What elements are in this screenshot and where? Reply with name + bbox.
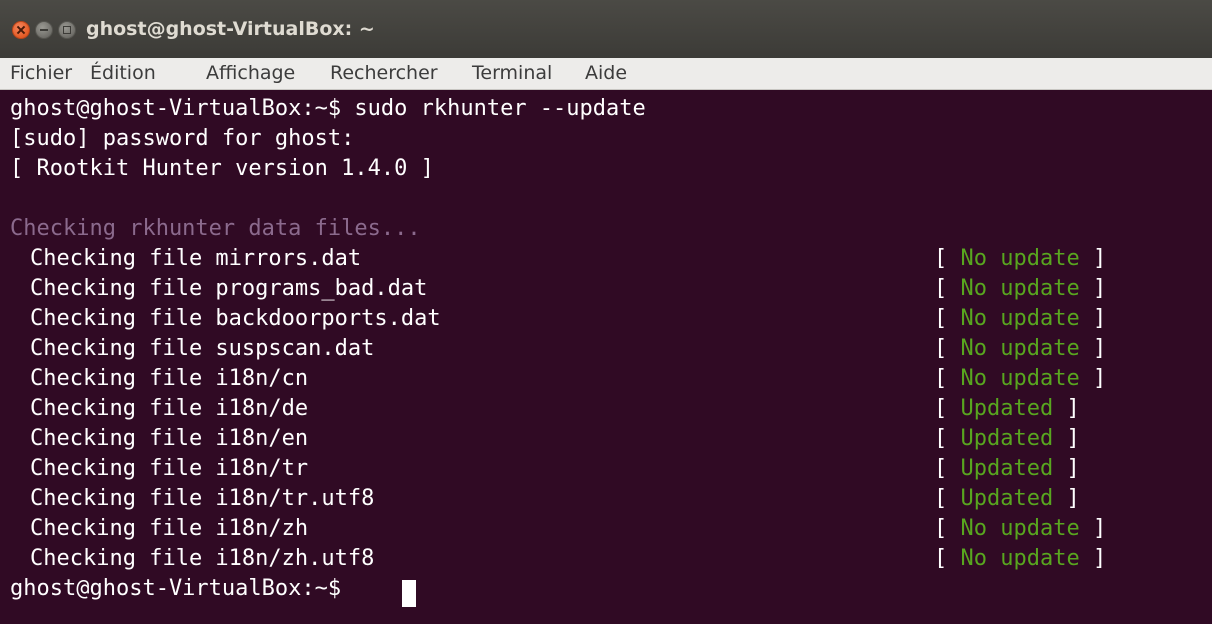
- file-check-label: Checking file i18n/de: [30, 396, 309, 421]
- status-bracket-close: ]: [1053, 486, 1080, 511]
- status-bracket-open: [: [934, 486, 961, 511]
- file-status: [ No update ]: [934, 364, 1106, 394]
- status-value: No update: [960, 546, 1080, 571]
- terminal-output[interactable]: ghost@ghost-VirtualBox:~$ sudo rkhunter …: [0, 90, 1212, 624]
- status-bracket-close: ]: [1053, 456, 1080, 481]
- status-bracket-open: [: [934, 456, 961, 481]
- file-status: [ Updated ]: [934, 394, 1080, 424]
- menu-fichier[interactable]: Fichier: [10, 58, 72, 88]
- status-value: No update: [960, 366, 1080, 391]
- status-value: No update: [960, 276, 1080, 301]
- status-bracket-close: ]: [1079, 516, 1107, 541]
- file-status: [ Updated ]: [934, 484, 1080, 514]
- status-bracket-close: ]: [1079, 546, 1107, 571]
- sudo-prompt-line: [sudo] password for ghost:: [10, 126, 355, 151]
- file-check-label: Checking file i18n/tr.utf8: [30, 486, 375, 511]
- file-check-label: Checking file i18n/cn: [30, 366, 309, 391]
- title-bar[interactable]: ghost@ghost-VirtualBox: ~: [0, 0, 1212, 58]
- status-value: Updated: [960, 426, 1054, 451]
- status-bracket-close: ]: [1079, 306, 1107, 331]
- file-check-label: Checking file i18n/en: [30, 426, 309, 451]
- status-bracket-open: [: [934, 246, 961, 271]
- file-status: [ No update ]: [934, 304, 1106, 334]
- status-bracket-close: ]: [1079, 366, 1107, 391]
- menu-edition[interactable]: Édition: [90, 58, 156, 88]
- status-value: No update: [960, 246, 1080, 271]
- command-line: ghost@ghost-VirtualBox:~$ sudo rkhunter …: [10, 96, 646, 121]
- file-check-label: Checking file mirrors.dat: [30, 246, 362, 271]
- status-bracket-close: ]: [1079, 276, 1107, 301]
- status-bracket-open: [: [934, 396, 961, 421]
- status-value: No update: [960, 516, 1080, 541]
- file-status: [ No update ]: [934, 274, 1106, 304]
- status-bracket-open: [: [934, 516, 961, 541]
- file-status: [ Updated ]: [934, 454, 1080, 484]
- menu-affichage[interactable]: Affichage: [206, 58, 295, 88]
- status-bracket-open: [: [934, 276, 961, 301]
- status-value: No update: [960, 306, 1080, 331]
- menu-bar: Fichier Édition Affichage Rechercher Ter…: [0, 58, 1212, 90]
- file-status: [ No update ]: [934, 334, 1106, 364]
- file-status: [ No update ]: [934, 244, 1106, 274]
- file-check-label: Checking file i18n/tr: [30, 456, 309, 481]
- window-title: ghost@ghost-VirtualBox: ~: [86, 18, 375, 40]
- final-prompt: ghost@ghost-VirtualBox:~$: [10, 576, 342, 601]
- minimize-icon[interactable]: [35, 21, 53, 39]
- maximize-icon[interactable]: [58, 21, 76, 39]
- status-value: No update: [960, 336, 1080, 361]
- status-value: Updated: [960, 486, 1054, 511]
- menu-rechercher[interactable]: Rechercher: [330, 58, 438, 88]
- close-icon[interactable]: [12, 21, 30, 39]
- text-cursor: [402, 580, 416, 607]
- menu-aide[interactable]: Aide: [585, 58, 627, 88]
- file-check-label: Checking file i18n/zh.utf8: [30, 546, 375, 571]
- status-bracket-open: [: [934, 546, 961, 571]
- terminal-window: ghost@ghost-VirtualBox: ~ Fichier Éditio…: [0, 0, 1212, 624]
- file-status: [ No update ]: [934, 544, 1106, 574]
- file-check-label: Checking file programs_bad.dat: [30, 276, 428, 301]
- status-bracket-open: [: [934, 426, 961, 451]
- file-status: [ Updated ]: [934, 424, 1080, 454]
- status-value: Updated: [960, 456, 1054, 481]
- checking-header-line: Checking rkhunter data files...: [10, 216, 421, 241]
- status-value: Updated: [960, 396, 1054, 421]
- status-bracket-close: ]: [1053, 396, 1080, 421]
- menu-terminal[interactable]: Terminal: [472, 58, 552, 88]
- file-check-label: Checking file i18n/zh: [30, 516, 309, 541]
- status-bracket-close: ]: [1053, 426, 1080, 451]
- version-line: [ Rootkit Hunter version 1.4.0 ]: [10, 156, 434, 181]
- status-bracket-open: [: [934, 336, 961, 361]
- file-check-label: Checking file suspscan.dat: [30, 336, 375, 361]
- status-bracket-open: [: [934, 306, 961, 331]
- status-bracket-open: [: [934, 366, 961, 391]
- file-check-label: Checking file backdoorports.dat: [30, 306, 441, 331]
- status-bracket-close: ]: [1079, 336, 1107, 361]
- file-status: [ No update ]: [934, 514, 1106, 544]
- status-bracket-close: ]: [1079, 246, 1107, 271]
